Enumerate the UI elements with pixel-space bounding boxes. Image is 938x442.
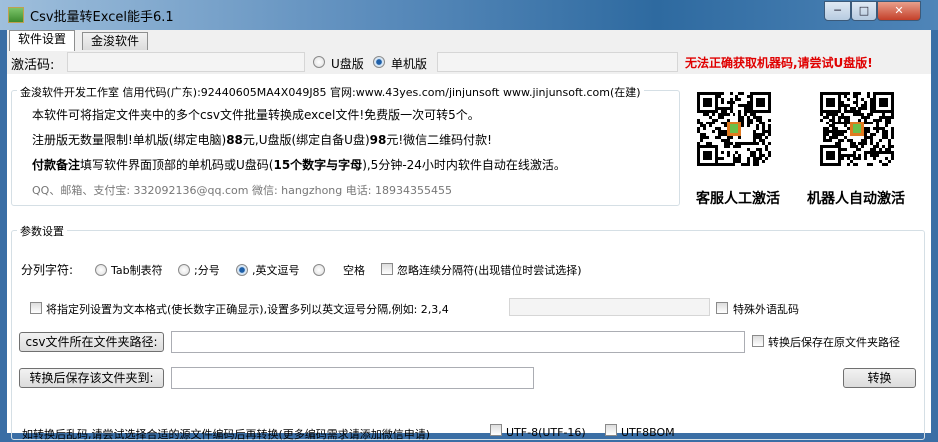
text: 注册版无数量限制!单机版(绑定电脑) — [32, 133, 227, 147]
qr-code-support — [697, 92, 771, 166]
text: 元,U盘版(绑定自备U盘) — [242, 133, 370, 147]
window-title: Csv批量转Excel能手6.1 — [30, 10, 174, 25]
src-folder-button[interactable]: csv文件所在文件夹路径: — [19, 332, 164, 352]
special-lang-label: 特殊外语乱码 — [733, 303, 799, 316]
delim-tab-label: Tab制表符 — [111, 264, 163, 277]
price-usb: 98 — [369, 133, 387, 147]
contact-line: QQ、邮箱、支付宝: 332092136@qq.com 微信: hangzhon… — [32, 184, 452, 197]
delim-comma-label: ,英文逗号 — [252, 264, 300, 277]
ignore-consecutive-label: 忽略连续分隔符(出现错位时尝试选择) — [397, 264, 582, 277]
text-cols-label: 将指定列设置为文本格式(使长数字正确显示),设置多列以英文逗号分隔,例如: 2,… — [46, 303, 449, 316]
tab-software-settings[interactable]: 软件设置 — [9, 30, 76, 51]
info-line-2: 注册版无数量限制!单机版(绑定电脑)88元,U盘版(绑定自备U盘)98元!微信二… — [32, 131, 492, 148]
minimize-button[interactable]: ─ — [824, 1, 851, 21]
qr-caption-robot: 机器人自动激活 — [807, 191, 905, 207]
src-folder-input[interactable] — [171, 331, 745, 353]
dst-folder-input[interactable] — [171, 367, 534, 389]
params-legend: 参数设置 — [17, 223, 67, 239]
delim-semicolon-label: ;分号 — [194, 264, 220, 277]
usb-version-label: U盘版 — [331, 57, 364, 71]
delim-comma-radio[interactable] — [236, 264, 248, 276]
pc-version-label: 单机版 — [391, 57, 428, 71]
info-line-3: 付款备注填写软件界面顶部的单机码或U盘码(15个数字与字母),5分钟-24小时内… — [32, 156, 566, 173]
info-line-1: 本软件可将指定文件夹中的多个csv文件批量转换成excel文件!免费版一次可转5… — [32, 108, 480, 122]
dst-folder-button[interactable]: 转换后保存该文件夹到: — [19, 368, 164, 388]
usb-version-radio[interactable] — [313, 56, 325, 68]
info-legend: 金浚软件开发工作室 信用代码(广东):92440605MA4X049J85 官网… — [17, 84, 644, 100]
text: 付款备注 — [32, 158, 81, 172]
ignore-consecutive-checkbox[interactable] — [381, 263, 393, 275]
save-in-place-label: 转换后保存在原文件夹路径 — [768, 336, 900, 349]
text-cols-checkbox[interactable] — [30, 302, 42, 314]
delim-semicolon-radio[interactable] — [178, 264, 190, 276]
special-lang-checkbox[interactable] — [716, 302, 728, 314]
text-cols-input[interactable] — [509, 298, 710, 316]
qr-code-robot — [820, 92, 894, 166]
price-pc: 88 — [226, 133, 243, 147]
text: 元!微信二维码付款! — [386, 133, 492, 147]
app-icon — [8, 7, 24, 23]
utf8-checkbox[interactable] — [490, 424, 502, 436]
text: ),5分钟-24小时内软件自动在线激活。 — [362, 158, 566, 172]
encoding-hint: 如转换后乱码,请尝试选择合适的源文件编码后再转换(更多编码需求请添加微信申请) — [22, 428, 431, 441]
qr-module — [891, 163, 894, 166]
pc-version-radio[interactable] — [373, 56, 385, 68]
machine-code-field[interactable] — [437, 52, 678, 72]
qr-module — [768, 163, 771, 166]
text: 15个数字与字母 — [273, 158, 363, 172]
activation-code-input[interactable] — [67, 52, 305, 72]
close-button[interactable]: ✕ — [877, 1, 921, 21]
delim-space-label: 空格 — [343, 264, 365, 277]
delimiter-label: 分列字符: — [21, 263, 74, 277]
machine-code-warning: 无法正确获取机器码,请尝试U盘版! — [685, 56, 873, 70]
utf8bom-checkbox[interactable] — [605, 424, 617, 436]
qr-caption-support: 客服人工激活 — [696, 191, 780, 207]
tab-jinjun-software[interactable]: 金浚软件 — [82, 32, 149, 50]
activation-label: 激活码: — [11, 58, 55, 73]
save-in-place-checkbox[interactable] — [752, 335, 764, 347]
delim-space-radio[interactable] — [313, 264, 325, 276]
delim-tab-radio[interactable] — [95, 264, 107, 276]
maximize-button[interactable]: □ — [851, 1, 877, 21]
text: 填写软件界面顶部的单机码或U盘码( — [80, 158, 274, 172]
convert-button[interactable]: 转换 — [843, 368, 916, 388]
